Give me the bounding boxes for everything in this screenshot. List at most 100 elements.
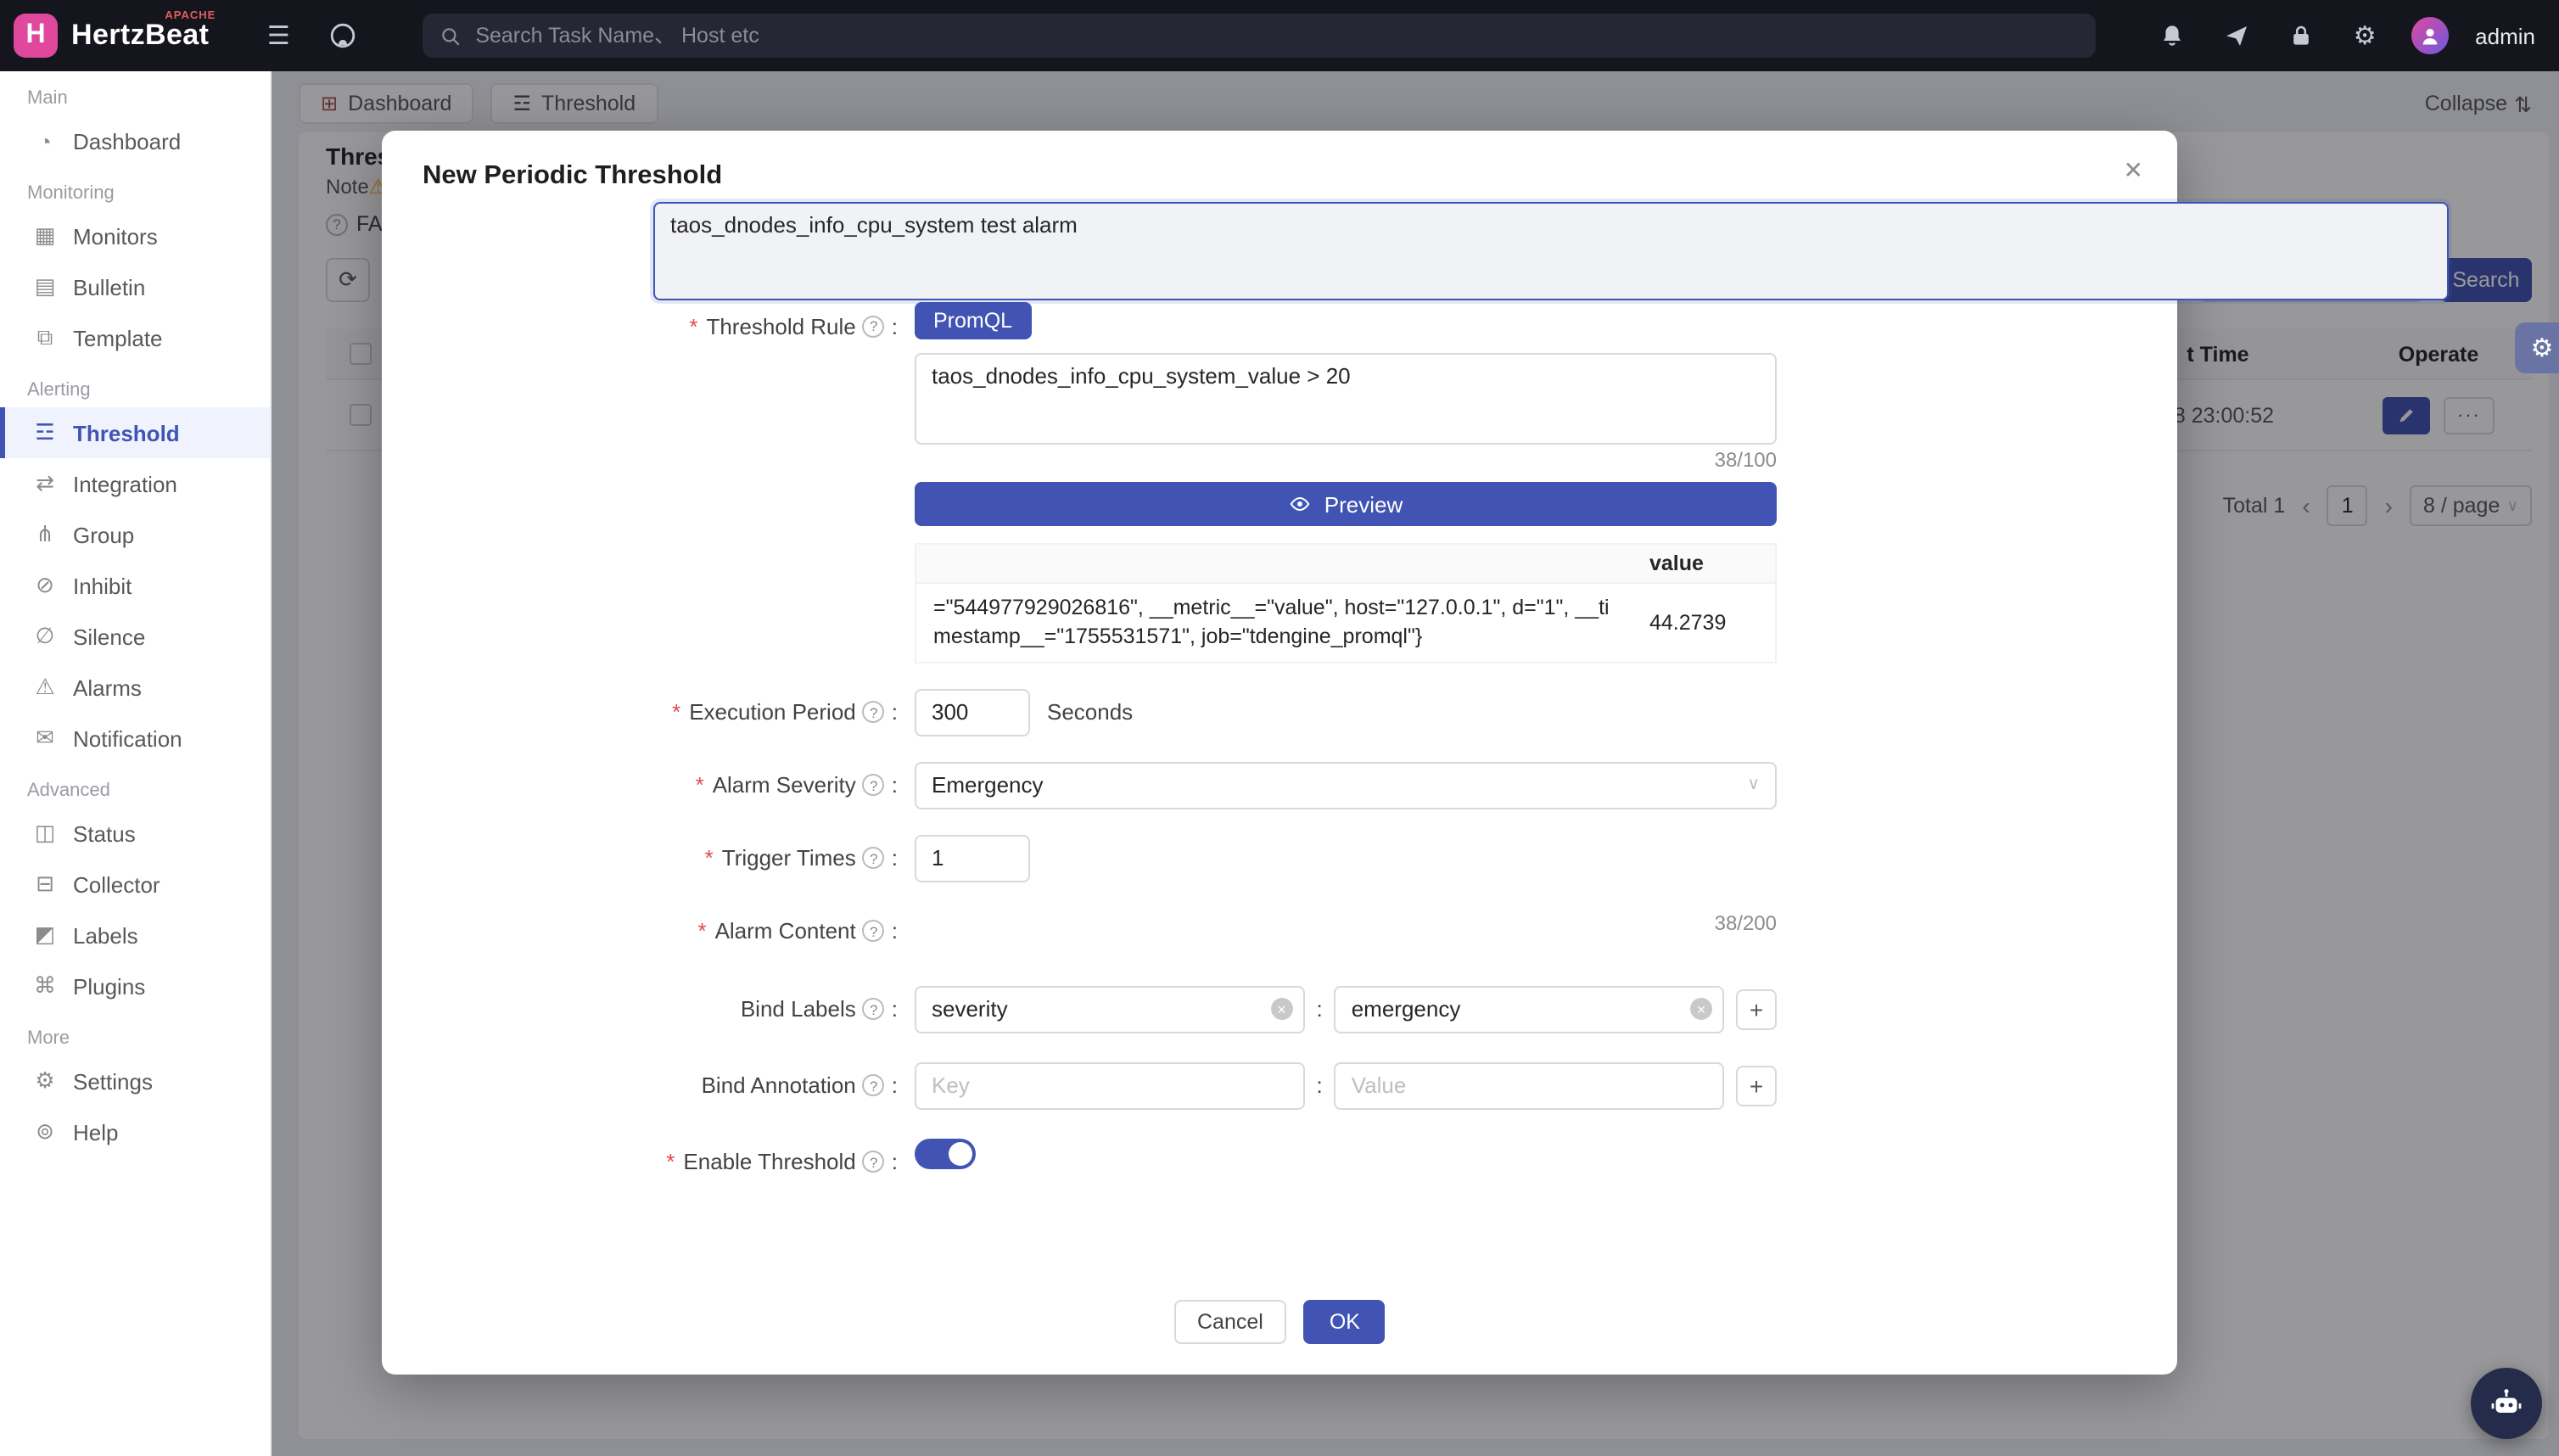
help-circle-icon: ?: [863, 775, 885, 797]
brand[interactable]: HertzBeat APACHE: [71, 19, 209, 53]
sidebar-item-silence[interactable]: ∅ Silence: [0, 611, 270, 662]
robot-icon: [2489, 1386, 2523, 1420]
execution-period-input[interactable]: [915, 689, 1030, 736]
help-globe-icon: ⊚: [32, 1118, 58, 1145]
sidebar-item-bulletin[interactable]: ▤ Bulletin: [0, 261, 270, 312]
logo-letter: H: [25, 20, 45, 51]
alarm-severity-value: Emergency: [932, 773, 1044, 798]
new-periodic-threshold-modal: New Periodic Threshold ✕ * Rule Name ? :…: [382, 131, 2177, 1375]
sidebar-item-label: Alarms: [73, 675, 142, 700]
label-text: Threshold Rule: [706, 313, 855, 339]
eye-icon: [1289, 492, 1313, 516]
search-icon: [440, 25, 462, 47]
sidebar-item-label: Template: [73, 325, 163, 350]
sidebar-item-group[interactable]: ⋔ Group: [0, 509, 270, 560]
sidebar-item-plugins[interactable]: ⌘ Plugins: [0, 960, 270, 1011]
sidebar-item-label: Settings: [73, 1068, 153, 1094]
sidebar-item-template[interactable]: ⧉ Template: [0, 312, 270, 363]
sidebar-item-integration[interactable]: ⇄ Integration: [0, 458, 270, 509]
sidebar-item-notification[interactable]: ✉ Notification: [0, 713, 270, 764]
sidebar-item-label: Status: [73, 820, 136, 846]
preview-label: Preview: [1324, 491, 1403, 517]
alarm-severity-select[interactable]: Emergency ∨: [915, 762, 1777, 809]
alarm-content-textarea[interactable]: taos_dnodes_info_cpu_system test alarm: [653, 205, 2177, 300]
annotation-value-input[interactable]: [1335, 1062, 1724, 1110]
gear-icon: ⚙: [2531, 333, 2554, 363]
toggle-knob: [949, 1142, 972, 1166]
bind-label-key-input[interactable]: [915, 986, 1304, 1033]
sidebar-item-help[interactable]: ⊚ Help: [0, 1106, 270, 1157]
sidebar-item-label: Integration: [73, 471, 177, 496]
help-circle-icon: ?: [863, 702, 885, 724]
cancel-button[interactable]: Cancel: [1173, 1300, 1287, 1344]
label-text: Trigger Times: [722, 846, 856, 871]
threshold-rule-label: * Threshold Rule ? :: [423, 302, 898, 350]
preview-result-table: value ="544977929026816", __metric__="va…: [915, 543, 1777, 664]
colon: :: [892, 1073, 898, 1099]
sidebar-item-settings[interactable]: ⚙ Settings: [0, 1056, 270, 1106]
help-circle-icon: ?: [863, 315, 885, 337]
ok-button[interactable]: OK: [1304, 1300, 1386, 1344]
close-icon[interactable]: ✕: [2124, 156, 2143, 185]
apache-tag: APACHE: [165, 10, 216, 22]
settings-drawer-handle[interactable]: ⚙: [2515, 322, 2559, 373]
send-icon[interactable]: [2217, 17, 2254, 54]
colon: :: [892, 919, 898, 944]
lock-icon[interactable]: [2282, 17, 2319, 54]
sidebar-item-dashboard[interactable]: ◔ Dashboard: [0, 115, 270, 166]
colon: :: [892, 1150, 898, 1175]
trigger-times-input[interactable]: [915, 835, 1030, 882]
content-char-counter: 38/200: [915, 911, 1777, 935]
execution-period-unit: Seconds: [1047, 689, 1133, 736]
sidebar-item-alarms[interactable]: ⚠ Alarms: [0, 662, 270, 713]
help-circle-icon: ?: [863, 1075, 885, 1097]
add-label-button[interactable]: +: [1736, 989, 1777, 1030]
alarm-severity-label: * Alarm Severity ? :: [423, 762, 898, 809]
threshold-expr-textarea[interactable]: taos_dnodes_info_cpu_system_value > 20: [915, 353, 1777, 445]
enable-threshold-toggle[interactable]: [915, 1139, 976, 1169]
kv-colon: :: [1316, 997, 1322, 1022]
required-mark: *: [672, 700, 680, 725]
menu-fold-icon[interactable]: ☰: [260, 17, 297, 54]
threshold-icon: ☲: [32, 419, 58, 446]
silence-icon: ∅: [32, 623, 58, 650]
bind-label-value-input[interactable]: [1335, 986, 1724, 1033]
annotation-key-input[interactable]: [915, 1062, 1304, 1110]
preview-row-labels: ="544977929026816", __metric__="value", …: [916, 584, 1632, 662]
username[interactable]: admin: [2475, 23, 2535, 48]
help-circle-icon: ?: [863, 921, 885, 943]
labels-icon: ◩: [32, 921, 58, 949]
sidebar-item-label: Threshold: [73, 420, 180, 445]
global-search-input[interactable]: [472, 22, 2078, 49]
label-text: Alarm Severity: [713, 773, 856, 798]
promql-chip[interactable]: PromQL: [915, 302, 1031, 339]
bind-annotation-label: Bind Annotation ? :: [423, 1062, 898, 1110]
preview-button[interactable]: Preview: [915, 482, 1777, 526]
preview-value-header: value: [1632, 545, 1775, 582]
avatar[interactable]: [2411, 17, 2448, 54]
sidebar-group-more: More: [0, 1011, 270, 1056]
integration-icon: ⇄: [32, 470, 58, 497]
required-mark: *: [689, 313, 697, 339]
assistant-fab[interactable]: [2471, 1368, 2542, 1439]
sidebar-item-labels[interactable]: ◩ Labels: [0, 910, 270, 960]
hertzbeat-logo[interactable]: H: [14, 14, 58, 58]
sidebar-group-monitoring: Monitoring: [0, 166, 270, 210]
sidebar-item-label: Help: [73, 1119, 119, 1145]
label-text: Alarm Content: [715, 919, 856, 944]
label-text: Bind Labels: [741, 997, 856, 1022]
sidebar-item-monitors[interactable]: ▦ Monitors: [0, 210, 270, 261]
label-text: Execution Period: [689, 700, 856, 725]
add-annotation-button[interactable]: +: [1736, 1066, 1777, 1106]
sidebar-item-threshold[interactable]: ☲ Threshold: [0, 407, 270, 458]
sidebar-item-collector[interactable]: ⊟ Collector: [0, 859, 270, 910]
colon: :: [892, 997, 898, 1022]
sidebar-item-status[interactable]: ◫ Status: [0, 808, 270, 859]
clear-icon[interactable]: ×: [1270, 999, 1292, 1021]
bell-icon[interactable]: [2153, 17, 2190, 54]
sidebar-item-inhibit[interactable]: ⊘ Inhibit: [0, 560, 270, 611]
colon: :: [892, 846, 898, 871]
github-icon[interactable]: [324, 17, 361, 54]
gear-icon[interactable]: ⚙: [2346, 17, 2383, 54]
global-search[interactable]: [423, 14, 2095, 58]
